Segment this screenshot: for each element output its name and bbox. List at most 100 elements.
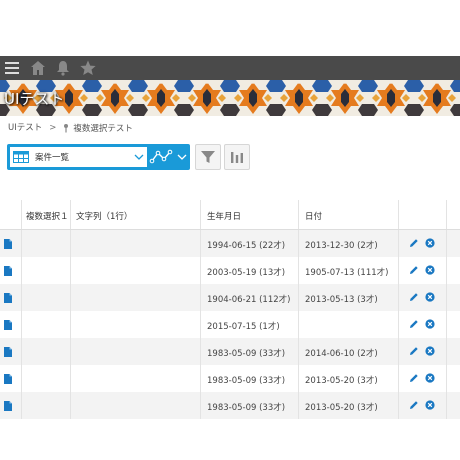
mosaic-pattern — [0, 80, 460, 116]
cell-birthday: 1994-06-15 (22才) — [200, 230, 298, 257]
cell-text — [70, 392, 200, 419]
bar-chart-icon — [231, 152, 243, 163]
breadcrumb-separator: > — [49, 122, 57, 133]
cell-birthday: 1983-05-09 (33才) — [200, 392, 298, 419]
cell-spacer — [446, 311, 460, 338]
edit-pencil-icon[interactable] — [409, 319, 419, 329]
document-icon[interactable] — [4, 320, 12, 330]
cell-spacer — [446, 365, 460, 392]
delete-icon[interactable] — [425, 292, 435, 302]
top-nav-bar — [0, 56, 460, 80]
pin-icon — [61, 123, 71, 133]
cell-birthday: 2003-05-19 (13才) — [200, 257, 298, 284]
cell-text — [70, 230, 200, 257]
home-icon[interactable] — [29, 59, 47, 77]
delete-icon[interactable] — [425, 373, 435, 383]
edit-pencil-icon[interactable] — [409, 373, 419, 383]
cell-spacer — [446, 338, 460, 365]
page: UIテスト UIテスト > 複数選択テスト 案件一覧 複数選択１ 文字列（1行）… — [0, 0, 460, 460]
cell-actions — [398, 257, 446, 284]
cell-birthday: 1983-05-09 (33才) — [200, 338, 298, 365]
cell-birthday: 2015-07-15 (1才) — [200, 311, 298, 338]
cell-actions — [398, 230, 446, 257]
cell-text — [70, 365, 200, 392]
column-header-text[interactable]: 文字列（1行） — [70, 200, 200, 229]
view-dropdown[interactable]: 案件一覧 — [10, 147, 147, 167]
table-row[interactable]: 2003-05-19 (13才) 1905-07-13 (111才) — [0, 257, 460, 284]
table-row[interactable]: 1904-06-21 (112才) 2013-05-13 (3才) — [0, 284, 460, 311]
chevron-down-icon — [177, 154, 187, 160]
cell-multi — [21, 392, 70, 419]
cell-multi — [21, 257, 70, 284]
table-view-icon — [13, 151, 29, 163]
star-icon[interactable] — [79, 59, 97, 77]
cell-actions — [398, 365, 446, 392]
cell-multi — [21, 230, 70, 257]
cell-multi — [21, 365, 70, 392]
edit-pencil-icon[interactable] — [409, 238, 419, 248]
delete-icon[interactable] — [425, 265, 435, 275]
table-row[interactable]: 1983-05-09 (33才) 2014-06-10 (2才) — [0, 338, 460, 365]
column-header-birthday[interactable]: 生年月日 — [200, 200, 298, 229]
cell-spacer — [446, 257, 460, 284]
bell-icon[interactable] — [54, 59, 72, 77]
cell-text — [70, 311, 200, 338]
line-graph-icon — [149, 149, 173, 164]
cell-birthday: 1983-05-09 (33才) — [200, 365, 298, 392]
cell-date: 2013-05-13 (3才) — [298, 284, 398, 311]
page-banner-title: UIテスト — [4, 90, 65, 108]
table-row[interactable]: 1994-06-15 (22才) 2013-12-30 (2才) — [0, 230, 460, 257]
cell-date: 2013-05-20 (3才) — [298, 392, 398, 419]
column-header-actions — [398, 200, 446, 229]
cell-multi — [21, 311, 70, 338]
delete-icon[interactable] — [425, 238, 435, 248]
column-header-date[interactable]: 日付 — [298, 200, 398, 229]
cell-actions — [398, 284, 446, 311]
table-row[interactable]: 1983-05-09 (33才) 2013-05-20 (3才) — [0, 365, 460, 392]
cell-actions — [398, 392, 446, 419]
cell-actions — [398, 338, 446, 365]
edit-pencil-icon[interactable] — [409, 265, 419, 275]
column-header-multi[interactable]: 複数選択１ — [21, 200, 70, 229]
view-selector: 案件一覧 — [7, 144, 190, 170]
filter-icon — [201, 151, 215, 163]
document-icon[interactable] — [4, 293, 12, 303]
edit-pencil-icon[interactable] — [409, 346, 419, 356]
edit-pencil-icon[interactable] — [409, 400, 419, 410]
table-row[interactable]: 2015-07-15 (1才) — [0, 311, 460, 338]
document-icon[interactable] — [4, 347, 12, 357]
cell-text — [70, 257, 200, 284]
table-header-row: 複数選択１ 文字列（1行） 生年月日 日付 — [0, 200, 460, 230]
cell-spacer — [446, 230, 460, 257]
chevron-down-icon — [134, 154, 144, 160]
header-banner: UIテスト — [0, 80, 460, 116]
cell-date: 2013-05-20 (3才) — [298, 365, 398, 392]
table-row[interactable]: 1983-05-09 (33才) 2013-05-20 (3才) — [0, 392, 460, 419]
document-icon[interactable] — [4, 239, 12, 249]
cell-actions — [398, 311, 446, 338]
breadcrumb: UIテスト > 複数選択テスト — [8, 121, 133, 134]
delete-icon[interactable] — [425, 319, 435, 329]
delete-icon[interactable] — [425, 400, 435, 410]
cell-text — [70, 338, 200, 365]
document-icon[interactable] — [4, 374, 12, 384]
cell-spacer — [446, 392, 460, 419]
graph-menu-button[interactable] — [149, 147, 189, 167]
filter-button[interactable] — [195, 144, 221, 170]
column-header-spacer — [446, 200, 460, 229]
cell-date — [298, 311, 398, 338]
breadcrumb-root-link[interactable]: UIテスト — [8, 123, 42, 133]
aggregate-button[interactable] — [224, 144, 250, 170]
document-icon[interactable] — [4, 401, 12, 411]
cell-date: 2013-12-30 (2才) — [298, 230, 398, 257]
cell-date: 2014-06-10 (2才) — [298, 338, 398, 365]
cell-multi — [21, 284, 70, 311]
menu-icon[interactable] — [3, 59, 21, 77]
document-icon[interactable] — [4, 266, 12, 276]
cell-birthday: 1904-06-21 (112才) — [200, 284, 298, 311]
edit-pencil-icon[interactable] — [409, 292, 419, 302]
cell-multi — [21, 338, 70, 365]
cell-date: 1905-07-13 (111才) — [298, 257, 398, 284]
delete-icon[interactable] — [425, 346, 435, 356]
view-name: 案件一覧 — [35, 153, 70, 163]
